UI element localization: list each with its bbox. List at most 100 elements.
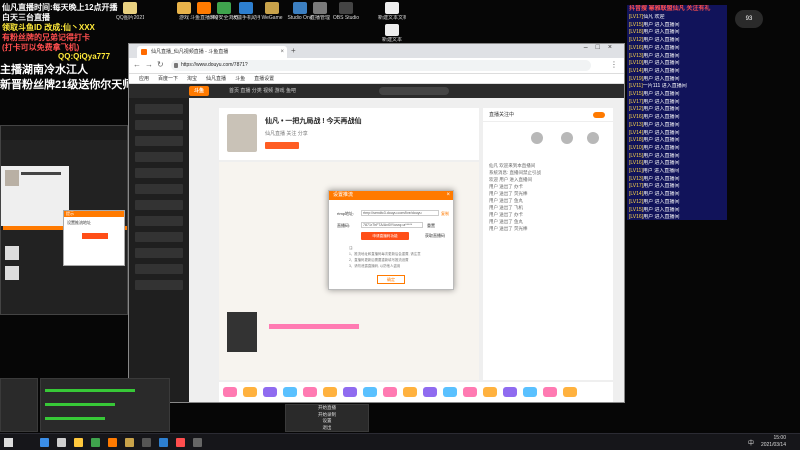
sidebar-item[interactable] (135, 136, 183, 146)
taskbar-app-icon[interactable] (142, 438, 151, 447)
douyu-logo[interactable]: 斗鱼 (189, 86, 209, 96)
taskbar-app-icon[interactable] (159, 438, 168, 447)
sidebar-item[interactable] (135, 184, 183, 194)
streamer-avatar[interactable] (227, 114, 257, 152)
gift-icon[interactable] (523, 387, 537, 397)
bookmark-item[interactable]: 淘宝 (187, 76, 197, 82)
overlay-chat-text: 用户 进入直播间 (643, 191, 680, 198)
gift-icon[interactable] (363, 387, 377, 397)
fan-avatar[interactable] (587, 132, 599, 144)
gift-icon[interactable] (303, 387, 317, 397)
windows-start-icon[interactable] (4, 438, 13, 447)
taskbar-app-icon[interactable] (74, 438, 83, 447)
window-controls[interactable]: –□× (584, 44, 620, 51)
gift-icon[interactable] (463, 387, 477, 397)
gift-icon[interactable] (323, 387, 337, 397)
sidebar-item[interactable] (135, 152, 183, 162)
gift-icon[interactable] (443, 387, 457, 397)
apply-key-button[interactable]: 申请直播码功能 (361, 232, 409, 240)
menu-icon[interactable]: ⋮ (610, 60, 618, 69)
desktop-icon[interactable]: QQ图片20210305... (116, 2, 144, 21)
taskbar-app-icon[interactable] (91, 438, 100, 447)
gift-icon[interactable] (283, 387, 297, 397)
desktop-icon[interactable]: WeGame (258, 2, 286, 21)
address-bar[interactable]: https://www.douyu.com/7871? (171, 60, 591, 71)
sidebar-item[interactable] (135, 168, 183, 178)
sidebar-item[interactable] (135, 232, 183, 242)
taskbar-app-icon[interactable] (193, 438, 202, 447)
overlay-big-1: 主播湖南冷水江人 (0, 64, 88, 76)
gift-icon[interactable] (243, 387, 257, 397)
bookmark-item[interactable]: 应用 (139, 76, 149, 82)
chat-message: 用户 送出了 办卡 (489, 212, 523, 217)
desktop-icon[interactable]: 直播管理 (306, 2, 334, 21)
nav-buttons[interactable]: ←→↻ (133, 60, 168, 69)
level-badge: [LV11] (629, 168, 643, 175)
follow-button[interactable] (265, 142, 299, 149)
overlay-chat-text: 用户 进入直播间 (643, 44, 680, 51)
gift-icon[interactable] (343, 387, 357, 397)
obs-control-button[interactable]: 退出 (286, 425, 368, 432)
gift-icon[interactable] (403, 387, 417, 397)
sidebar-item[interactable] (135, 216, 183, 226)
confirm-button[interactable]: 确定 (377, 275, 405, 284)
overlay-chat-line: [LV16]用户 进入直播间 (627, 214, 727, 220)
taskbar-app-icon[interactable] (176, 438, 185, 447)
app-icon (177, 2, 191, 14)
gift-icon[interactable] (383, 387, 397, 397)
gift-icon[interactable] (263, 387, 277, 397)
sidebar-item[interactable] (135, 120, 183, 130)
key-field[interactable]: 7871r7hF7A/Avl0Y/usrq=a***** (361, 222, 423, 228)
desktop-icon[interactable]: OBS Studio (332, 2, 360, 21)
ime-indicator[interactable]: 中 (748, 438, 754, 447)
sidebar-item[interactable] (135, 104, 183, 114)
gift-icon[interactable] (503, 387, 517, 397)
bookmark-item[interactable]: 直播设置 (254, 76, 274, 82)
taskbar-app-icon[interactable] (57, 438, 66, 447)
close-tab-icon[interactable]: × (280, 46, 284, 58)
desktop-icon[interactable]: 新建文本文档 (378, 2, 406, 21)
fan-avatar[interactable] (561, 132, 573, 144)
overlay-line-1: 仙凡直播时间:每天晚上12点开播 (2, 3, 118, 12)
popup-button[interactable] (82, 233, 108, 239)
qr-code (227, 312, 257, 352)
sidebar-item[interactable] (135, 280, 183, 290)
site-nav[interactable]: 首页 直播 分类 视频 游戏 鱼吧 (229, 84, 296, 98)
desktop-icon[interactable]: 新建文本 (378, 24, 406, 43)
desktop-icon[interactable]: 大疆手机助手 (232, 2, 260, 21)
overlay-chat-text: 用户 进入直播间 (642, 168, 680, 175)
overlay-chat-text: 用户 进入直播间 (643, 114, 680, 121)
sidebar-item[interactable] (135, 200, 183, 210)
close-icon[interactable]: × (446, 191, 450, 200)
dialog-note-1: 1、推流地址和直播码每次更新后会重置, 请注意 (349, 252, 421, 256)
bookmark-item[interactable]: 仙凡直播 (206, 76, 226, 82)
server-field[interactable]: rtmp://sendtc3.douyu.com/live/douyu (361, 210, 439, 216)
overlay-chat-text: 一片111 进入直播间 (642, 83, 687, 90)
gift-icon[interactable] (563, 387, 577, 397)
bookmark-item[interactable]: 斗鱼 (235, 76, 245, 82)
sidebar-item[interactable] (135, 248, 183, 258)
overlay-chat-line: [LV17]用户 进入直播间 (627, 183, 727, 191)
toggle-switch[interactable] (593, 112, 605, 118)
bookmark-item[interactable]: 百度一下 (158, 76, 178, 82)
gift-icon[interactable] (423, 387, 437, 397)
taskbar-app-icon[interactable] (125, 438, 134, 447)
gift-icon[interactable] (543, 387, 557, 397)
taskbar-app-icon[interactable] (108, 438, 117, 447)
site-search-input[interactable] (379, 87, 449, 95)
app-icon (313, 2, 327, 14)
level-badge: [LV12] (629, 106, 644, 113)
gift-icon[interactable] (483, 387, 497, 397)
sidebar-item[interactable] (135, 264, 183, 274)
overlay-chat-line: [LV16]用户 进入直播间 (627, 45, 727, 53)
overlay-chat-line: [LV10]用户 进入直播间 (627, 60, 727, 68)
obs-scenes-dock (0, 378, 38, 432)
obs-preview-avatar (5, 170, 19, 186)
taskbar-app-icon[interactable] (40, 438, 49, 447)
gift-icon[interactable] (223, 387, 237, 397)
browser-tab[interactable]: 仙凡直播_仙凡视频直播 - 斗鱼直播 × (137, 46, 287, 58)
new-tab-icon[interactable]: + (291, 46, 296, 55)
fan-avatar[interactable] (531, 132, 543, 144)
reset-key-link[interactable]: 重置 (427, 223, 435, 229)
copy-server-link[interactable]: 复制 (441, 211, 449, 217)
